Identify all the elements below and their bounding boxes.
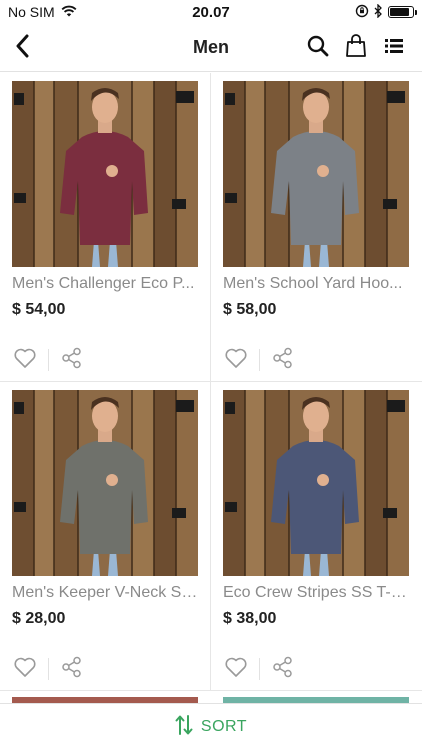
share-button[interactable] [59, 347, 85, 373]
card-actions [12, 656, 85, 682]
view-toggle-button[interactable] [380, 34, 408, 62]
divider [48, 349, 49, 371]
divider [259, 658, 260, 680]
cart-button[interactable] [342, 33, 370, 63]
product-image[interactable] [223, 390, 409, 576]
product-name[interactable]: Men's Challenger Eco P... [12, 275, 202, 293]
product-grid: Men's Challenger Eco P... $ 54,00 Men's … [0, 73, 422, 708]
nav-actions [304, 33, 408, 63]
share-icon [272, 656, 294, 683]
product-price: $ 38,00 [223, 610, 277, 627]
product-card[interactable]: Men's Challenger Eco P... $ 54,00 [0, 73, 211, 382]
share-icon [61, 347, 83, 374]
share-icon [61, 656, 83, 683]
product-name[interactable]: Eco Crew Stripes SS T-S... [223, 584, 413, 602]
share-button[interactable] [59, 656, 85, 682]
card-actions [223, 656, 296, 682]
heart-icon [13, 656, 37, 683]
favorite-button[interactable] [12, 347, 38, 373]
product-name[interactable]: Men's Keeper V-Neck SS... [12, 584, 202, 602]
favorite-button[interactable] [223, 347, 249, 373]
product-price: $ 28,00 [12, 610, 66, 627]
card-actions [223, 347, 296, 373]
product-image[interactable] [12, 390, 198, 576]
carrier-label: No SIM [8, 4, 55, 20]
favorite-button[interactable] [223, 656, 249, 682]
wifi-icon [61, 4, 77, 20]
share-button[interactable] [270, 656, 296, 682]
back-button[interactable] [6, 32, 38, 64]
share-icon [272, 347, 294, 374]
sort-label: SORT [200, 718, 248, 735]
product-image[interactable] [12, 81, 198, 267]
divider [259, 349, 260, 371]
rotation-lock-icon [355, 4, 369, 21]
sort-arrows-icon [175, 714, 193, 741]
heart-icon [224, 656, 248, 683]
product-price: $ 54,00 [12, 301, 66, 318]
status-left: No SIM [8, 4, 77, 20]
sort-button[interactable]: SORT [0, 703, 422, 750]
chevron-left-icon [15, 34, 29, 63]
bluetooth-icon [374, 2, 383, 21]
favorite-button[interactable] [12, 656, 38, 682]
status-right [355, 2, 417, 21]
product-name[interactable]: Men's School Yard Hoo... [223, 275, 413, 293]
card-actions [12, 347, 85, 373]
share-button[interactable] [270, 347, 296, 373]
product-image[interactable] [223, 81, 409, 267]
product-card[interactable]: Men's School Yard Hoo... $ 58,00 [211, 73, 422, 382]
status-bar: No SIM 20.07 [0, 0, 422, 24]
product-price: $ 58,00 [223, 301, 277, 318]
nav-bar: Men [0, 24, 422, 72]
divider [48, 658, 49, 680]
shopping-bag-icon [345, 33, 367, 63]
battery-level [390, 8, 409, 16]
product-card[interactable]: Eco Crew Stripes SS T-S... $ 38,00 [211, 382, 422, 691]
heart-icon [224, 347, 248, 374]
search-button[interactable] [304, 34, 332, 62]
search-icon [307, 35, 329, 62]
heart-icon [13, 347, 37, 374]
product-card[interactable]: Men's Keeper V-Neck SS... $ 28,00 [0, 382, 211, 691]
list-view-icon [385, 38, 403, 59]
battery-icon [388, 6, 417, 18]
